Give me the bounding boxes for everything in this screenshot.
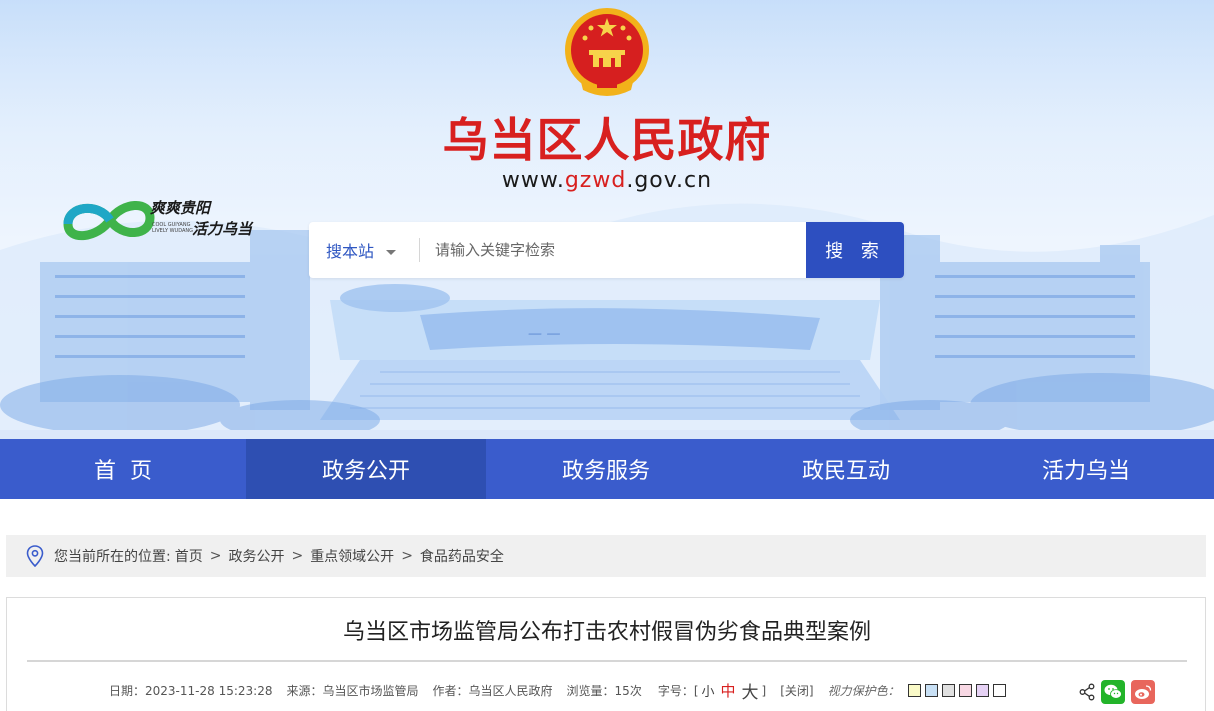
eye-protection-swatch[interactable] [907,684,921,697]
nav-item-vibrant-wudang[interactable]: 活力乌当 [966,439,1206,499]
site-url-prefix: www. [501,168,565,193]
nav-item-label: 政民互动 [801,459,890,484]
share-bar [1079,680,1155,704]
national-emblem-icon [565,8,649,96]
breadcrumb-link-food-drug-safety[interactable]: 食品药品安全 [420,546,504,566]
breadcrumb-link-key-areas[interactable]: 重点领域公开 [310,546,394,566]
search-button[interactable]: 搜 索 [806,222,904,278]
breadcrumb-link-home[interactable]: 首页 [175,546,203,566]
font-size-small-button[interactable]: 小 [702,681,715,700]
eye-protection-swatches [904,684,1006,697]
nav-item-label: 活力乌当 [1041,459,1130,484]
nav-item-services[interactable]: 政务服务 [486,439,726,499]
author-label: 作者： [432,684,469,698]
site-url-domain: gzwd [564,168,627,193]
nav-item-label: 政务公开 [321,459,410,484]
font-size-medium-button[interactable]: 中 [721,680,736,701]
font-size-control: 字号：[ 小 中 大 ] [658,678,766,703]
nav-item-home[interactable]: 首页 [0,439,246,499]
article-author: 乌当区人民政府 [468,684,553,698]
search-divider [419,238,420,262]
breadcrumb-separator: > [401,548,413,564]
breadcrumb-separator: > [291,548,304,564]
search-scope-label: 搜本站 [326,242,375,261]
site-url-suffix: .gov.cn [626,168,713,193]
eye-protection-swatch[interactable] [958,684,972,697]
breadcrumb-separator: > [209,548,222,564]
slogan-en-line-2: LIVELY WUDANG [152,228,194,234]
search-input[interactable] [425,230,795,270]
close-page-link[interactable]: [关闭] [780,682,813,699]
nav-item-government-affairs[interactable]: 政务公开 [246,439,486,499]
slogan-line-1: 爽爽贵阳 [150,199,211,217]
site-title: 乌当区人民政府 [442,113,772,167]
eye-protection-label: 视力保护色： [827,684,900,698]
font-size-large-button[interactable]: 大 [742,678,759,703]
slogan-en: COOL GUIYANG LIVELY WUDANG [152,222,193,234]
date-label: 日期： [109,684,146,698]
views-label: 浏览量： [566,684,615,698]
article-divider [27,660,1187,662]
weibo-icon [1135,685,1152,699]
breadcrumb-prefix: 您当前所在的位置: [54,549,171,565]
eye-protection-swatch[interactable] [992,684,1006,697]
nav-item-label: 首页 [93,459,166,484]
font-size-bracket: ] [761,683,767,698]
article-panel: 乌当区市场监管局公布打击农村假冒伪劣食品典型案例 日期： 2023-11-28 … [6,597,1206,711]
article-views: 15次 [614,684,642,698]
breadcrumb: 您当前所在的位置: 首页 > 政务公开 > 重点领域公开 > 食品药品安全 [6,535,1206,577]
svg-text:— —: — — [528,326,560,342]
article-meta: 日期： 2023-11-28 15:23:28 来源： 乌当区市场监管局 作者：… [109,678,1006,703]
location-pin-icon [26,545,44,567]
source-label: 来源： [286,684,323,698]
slogan-line-2: 活力乌当 [192,220,253,238]
article-source: 乌当区市场监管局 [322,684,419,698]
wechat-share-button[interactable] [1101,680,1125,704]
nav-item-label: 政务服务 [561,459,650,484]
search-scope-select[interactable]: 搜本站 [309,222,419,278]
share-icon[interactable] [1079,683,1095,701]
eye-protection-swatch[interactable] [941,684,955,697]
weibo-share-button[interactable] [1131,680,1155,704]
breadcrumb-link-government-affairs[interactable]: 政务公开 [228,546,284,566]
main-nav: 首页 政务公开 政务服务 政民互动 活力乌当 [0,439,1214,499]
nav-item-interaction[interactable]: 政民互动 [726,439,966,499]
search-box: 搜本站 搜 索 [309,222,904,278]
eye-protection-swatch[interactable] [924,684,938,697]
article-date: 2023-11-28 15:23:28 [145,683,273,698]
header-banner: — — 乌当区人民政府 www.gzwd.gov.cn 爽爽贵阳 活力乌当 CO… [0,0,1214,439]
eye-protection-swatch[interactable] [975,684,989,697]
chevron-down-icon [386,249,397,255]
font-size-label: 字号：[ [657,684,699,698]
article-title: 乌当区市场监管局公布打击农村假冒伪劣食品典型案例 [342,620,871,645]
wechat-icon [1104,684,1122,699]
